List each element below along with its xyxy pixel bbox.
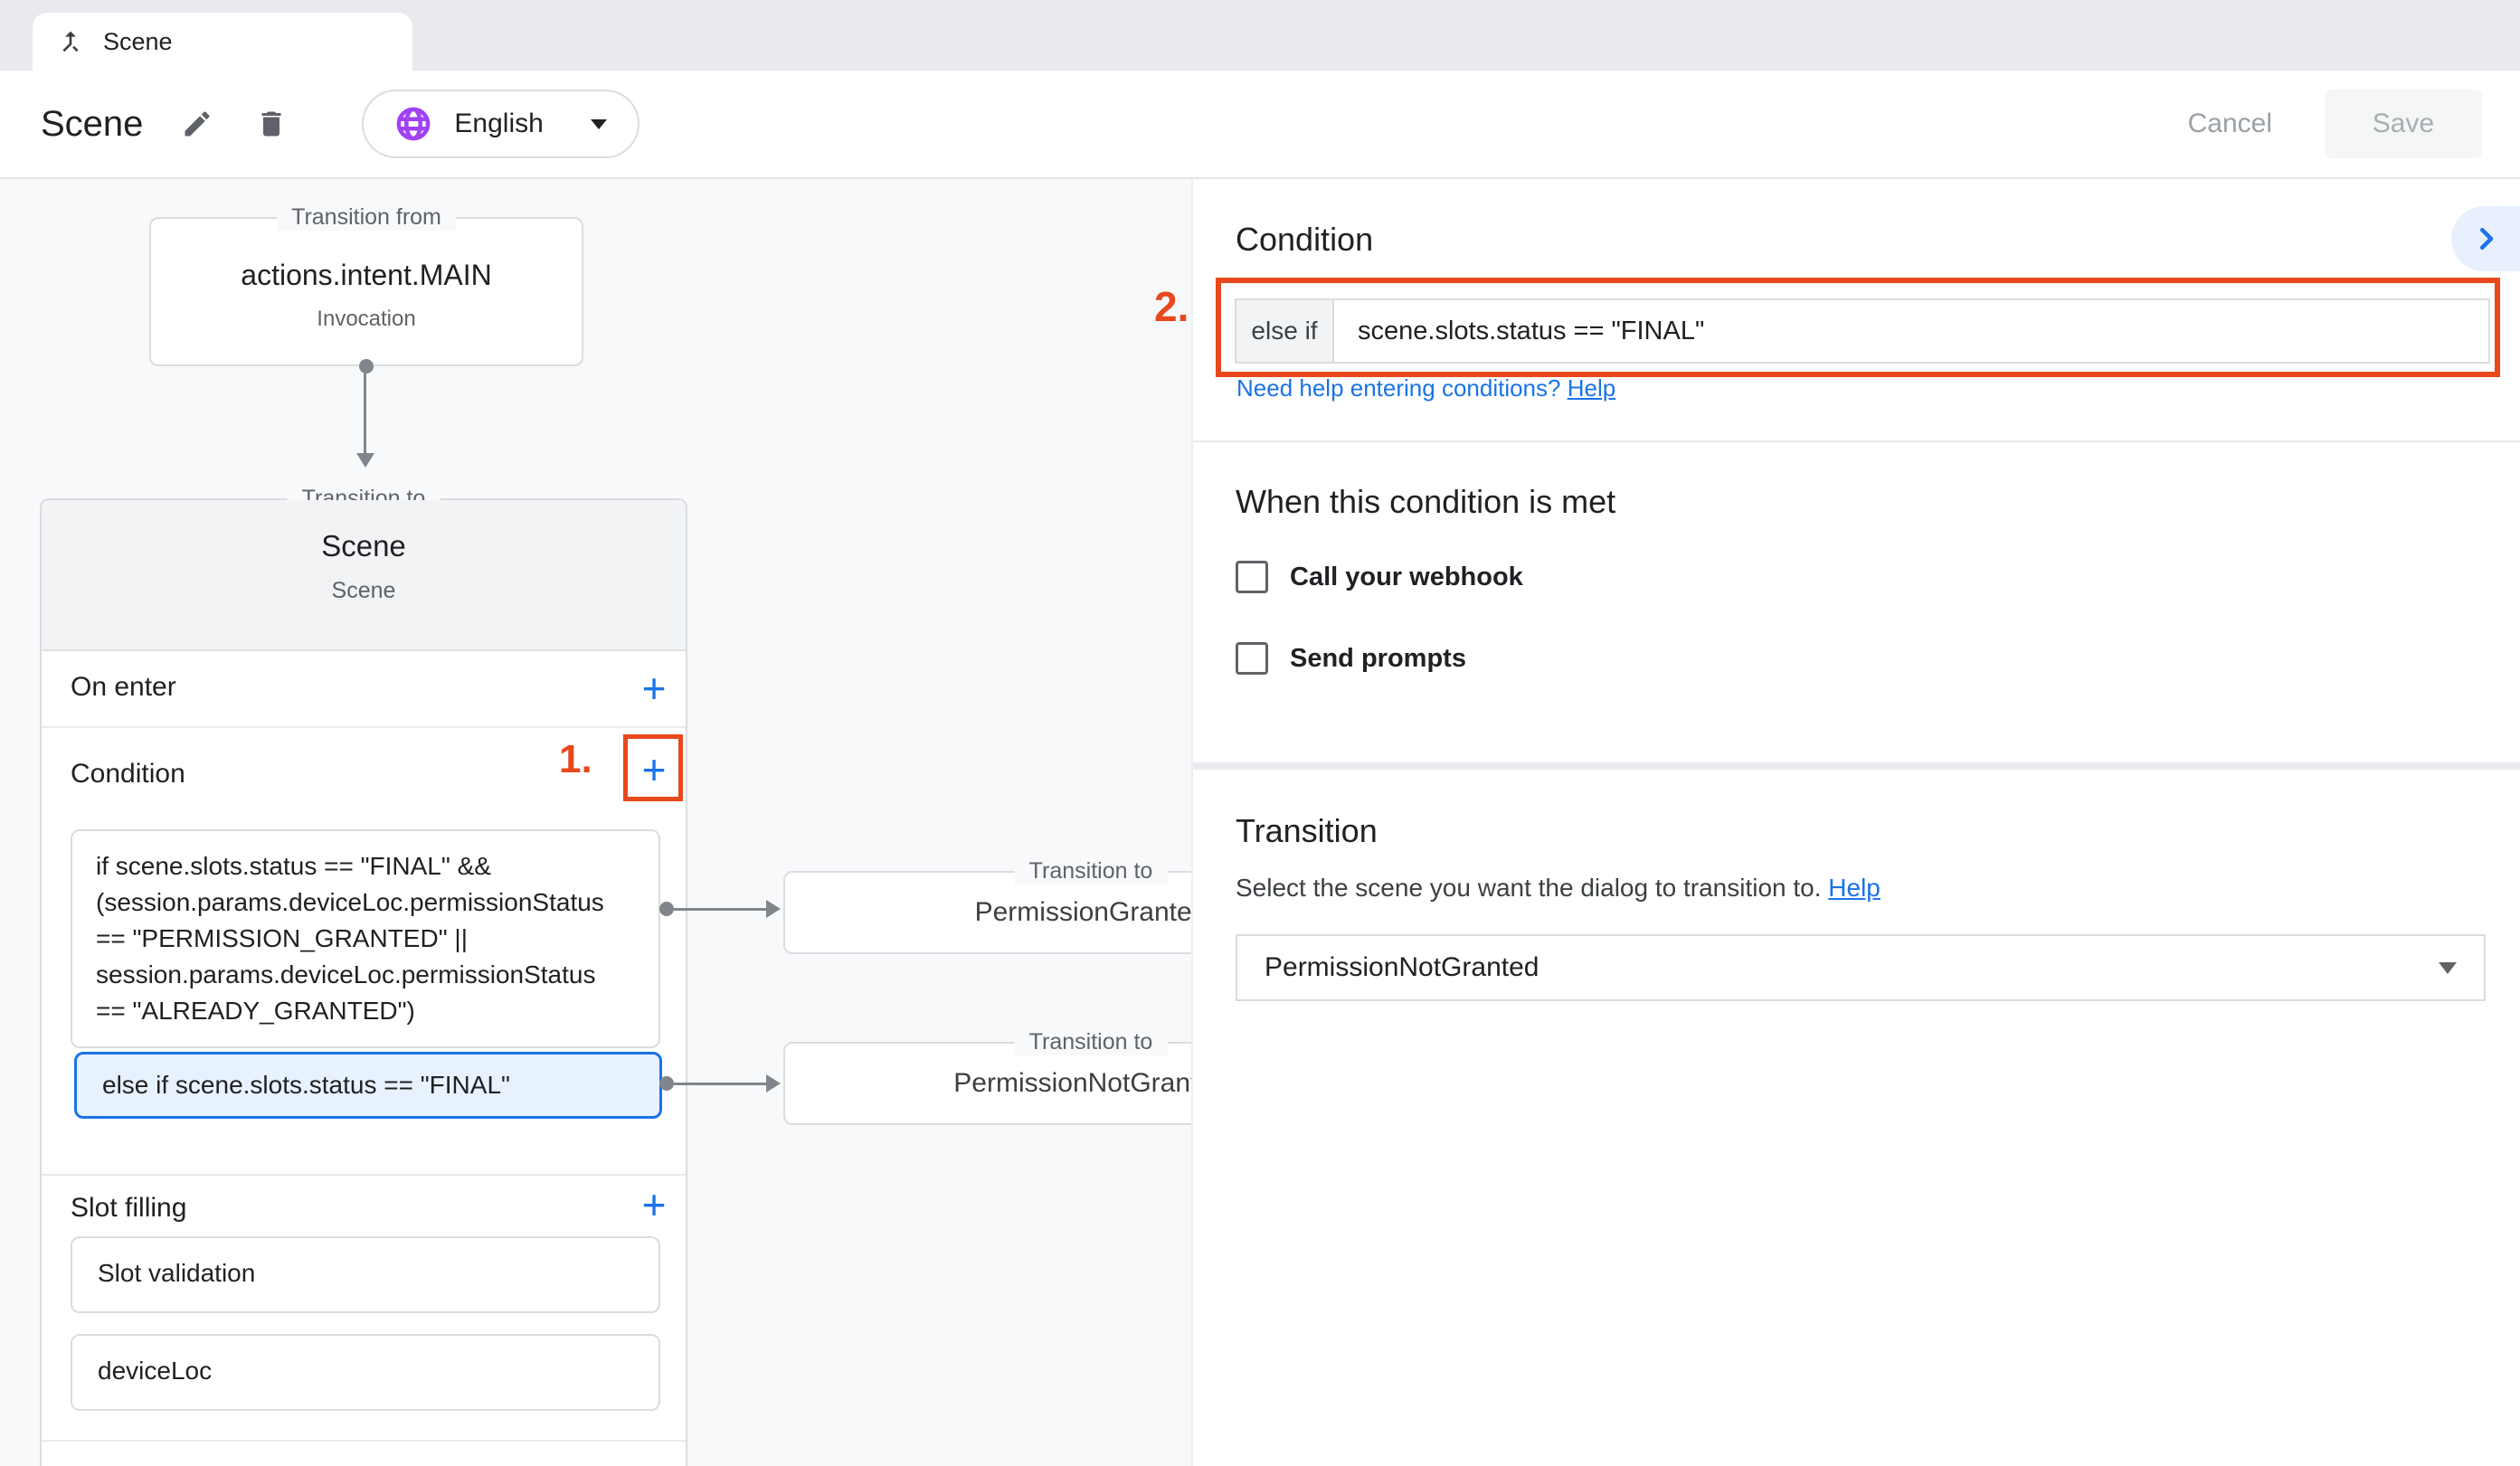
condition-expression-row: else if — [1235, 298, 2490, 364]
divider — [42, 1174, 686, 1176]
dropdown-caret-icon — [2439, 962, 2457, 974]
scene-merge-icon — [56, 27, 85, 56]
connector-line — [364, 372, 366, 453]
condition-line: session.params.deviceLoc.permissionStatu… — [96, 957, 635, 993]
page-title: Scene — [41, 104, 143, 145]
add-slot-button[interactable]: + — [630, 1181, 677, 1228]
transition-help-link[interactable]: Help — [1828, 874, 1881, 902]
condition-heading: Condition — [1236, 221, 1373, 259]
scene-node-header[interactable]: Scene Scene — [42, 500, 686, 651]
send-prompts-checkbox[interactable] — [1236, 642, 1268, 675]
add-condition-button[interactable]: + — [630, 746, 677, 793]
transition-subtitle-text: Select the scene you want the dialog to … — [1236, 874, 1828, 902]
help-prefix-text: Need help entering conditions? — [1236, 374, 1568, 402]
caret-down-icon — [591, 119, 607, 129]
transition-subtitle: Select the scene you want the dialog to … — [1236, 874, 1881, 903]
transition-from-node[interactable]: Transition from actions.intent.MAIN Invo… — [149, 217, 583, 366]
condition-line: if scene.slots.status == "FINAL" && — [96, 848, 635, 884]
call-webhook-option[interactable]: Call your webhook — [1236, 561, 1523, 593]
pencil-icon — [181, 108, 213, 140]
language-selector[interactable]: English — [362, 90, 639, 158]
connector-dot — [359, 359, 374, 374]
language-label: English — [454, 109, 543, 139]
intent-type: Invocation — [151, 307, 582, 332]
divider — [42, 1440, 686, 1442]
header: Scene English Cancel Save — [0, 71, 2520, 179]
call-webhook-label: Call your webhook — [1290, 563, 1523, 592]
cancel-button[interactable]: Cancel — [2165, 92, 2296, 156]
intent-name: actions.intent.MAIN — [151, 259, 582, 292]
edit-scene-button[interactable] — [177, 104, 217, 144]
when-met-heading: When this condition is met — [1236, 483, 1615, 521]
connector-line — [674, 1083, 766, 1085]
divider — [1193, 440, 2520, 442]
condition-expression-input[interactable] — [1334, 300, 2488, 362]
connector-dot — [659, 902, 674, 916]
slot-card-deviceloc[interactable]: deviceLoc — [71, 1334, 660, 1411]
arrowhead-right-icon — [766, 1074, 781, 1092]
connector-line — [674, 908, 766, 911]
tab-scene[interactable]: Scene — [33, 13, 412, 71]
section-divider — [1193, 762, 2520, 770]
condition-help-link[interactable]: Help — [1568, 374, 1615, 402]
arrowhead-down-icon — [356, 453, 374, 468]
condition-line: (session.params.deviceLoc.permissionStat… — [96, 884, 635, 921]
condition-detail-panel: Condition else if Need help entering con… — [1191, 179, 2520, 1466]
condition-elseif-card-selected[interactable]: else if scene.slots.status == "FINAL" — [74, 1052, 662, 1119]
transition-heading: Transition — [1236, 812, 1378, 850]
condition-if-card[interactable]: if scene.slots.status == "FINAL" && (ses… — [71, 829, 660, 1048]
scene-node-title: Scene — [42, 529, 686, 563]
collapse-panel-button[interactable] — [2451, 206, 2520, 271]
divider — [42, 726, 686, 728]
send-prompts-option[interactable]: Send prompts — [1236, 642, 1466, 675]
send-prompts-label: Send prompts — [1290, 644, 1466, 674]
slot-card-validation[interactable]: Slot validation — [71, 1236, 660, 1313]
globe-icon — [394, 105, 432, 143]
connector-dot — [659, 1076, 674, 1091]
transition-scene-dropdown[interactable]: PermissionNotGranted — [1236, 934, 2486, 1001]
arrowhead-right-icon — [766, 900, 781, 918]
save-button[interactable]: Save — [2325, 90, 2482, 158]
transition-scene-value: PermissionNotGranted — [1265, 952, 1539, 983]
scene-node-subtitle: Scene — [42, 578, 686, 604]
tab-label: Scene — [103, 28, 173, 56]
chevron-right-icon — [2469, 222, 2502, 255]
transition-to-legend: Transition to — [1015, 858, 1168, 884]
delete-scene-button[interactable] — [251, 104, 291, 144]
trash-icon — [255, 108, 288, 140]
condition-line: == "ALREADY_GRANTED") — [96, 993, 635, 1029]
condition-line: == "PERMISSION_GRANTED" || — [96, 921, 635, 957]
transition-to-legend: Transition to — [1015, 1029, 1168, 1055]
call-webhook-checkbox[interactable] — [1236, 561, 1268, 593]
else-if-prefix-label: else if — [1236, 300, 1334, 362]
condition-help-line: Need help entering conditions? Help — [1236, 374, 1615, 402]
scene-node-card: Transition to Scene Scene On enter + Con… — [40, 498, 687, 1466]
header-actions: Cancel Save — [2165, 90, 2520, 158]
transition-from-legend: Transition from — [277, 204, 456, 231]
slot-filling-label: Slot filling — [71, 1193, 186, 1224]
scene-editor-page: Scene Scene English Cancel Save — [0, 0, 2520, 1466]
add-on-enter-button[interactable]: + — [630, 665, 677, 712]
condition-section-label: Condition — [71, 759, 185, 790]
tab-strip: Scene — [0, 0, 2520, 71]
on-enter-label: On enter — [71, 672, 176, 703]
